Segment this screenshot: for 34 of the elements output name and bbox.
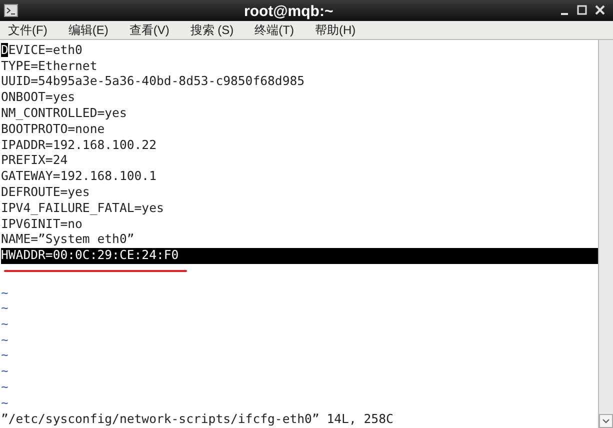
code-line: NAME=”System eth0”: [1, 232, 134, 248]
menu-item[interactable]: 帮助(H): [310, 20, 361, 39]
code-line: PREFIX=24: [1, 153, 68, 170]
code-line: DEFROUTE=yes: [1, 184, 90, 201]
scroll-down-icon[interactable]: [599, 414, 613, 428]
code-line: DEVICE=eth0: [1, 42, 82, 59]
empty-line-tilde: ~: [1, 301, 8, 316]
empty-line-tilde: ~: [1, 348, 8, 362]
code-line: IPV6INIT=no: [1, 216, 82, 232]
scrollbar[interactable]: [598, 40, 613, 428]
empty-line-tilde: ~: [1, 286, 8, 300]
window-title: root@mqb:~: [244, 2, 334, 22]
code-line: ONBOOT=yes: [1, 90, 76, 106]
code-line: GATEWAY=192.168.100.1: [1, 169, 156, 185]
empty-line-tilde: ~: [1, 317, 8, 332]
empty-line-tilde: ~: [1, 364, 8, 378]
code-line: IPV4_FAILURE_FATAL=yes: [1, 200, 164, 217]
menu-item[interactable]: 文件(F): [3, 20, 52, 39]
code-line: TYPE=Ethernet: [1, 58, 98, 74]
terminal-icon: [4, 4, 18, 17]
close-icon[interactable]: [595, 5, 605, 16]
empty-line-tilde: ~: [1, 380, 8, 394]
code-line: NM_CONTROLLED=yes: [1, 106, 127, 122]
code-line: UUID=54b95a3e-5a36-40bd-8d53-c9850f68d985: [1, 74, 305, 90]
menu-item[interactable]: 编辑(E): [63, 20, 114, 39]
empty-line-tilde: ~: [1, 332, 8, 347]
code-line: BOOTPROTO=none: [1, 122, 105, 138]
menu-item[interactable]: 搜索 (S): [185, 20, 239, 39]
menu-item[interactable]: 终端(T): [250, 20, 299, 39]
code-line: IPADDR=192.168.100.22: [1, 138, 156, 154]
menu-item[interactable]: 查看(V): [124, 20, 174, 39]
maximize-icon[interactable]: [577, 5, 587, 16]
empty-line-tilde: ~: [1, 396, 8, 410]
status-line: ”/etc/sysconfig/network-scripts/ifcfg-eth0” 14L, 258C: [1, 412, 394, 426]
